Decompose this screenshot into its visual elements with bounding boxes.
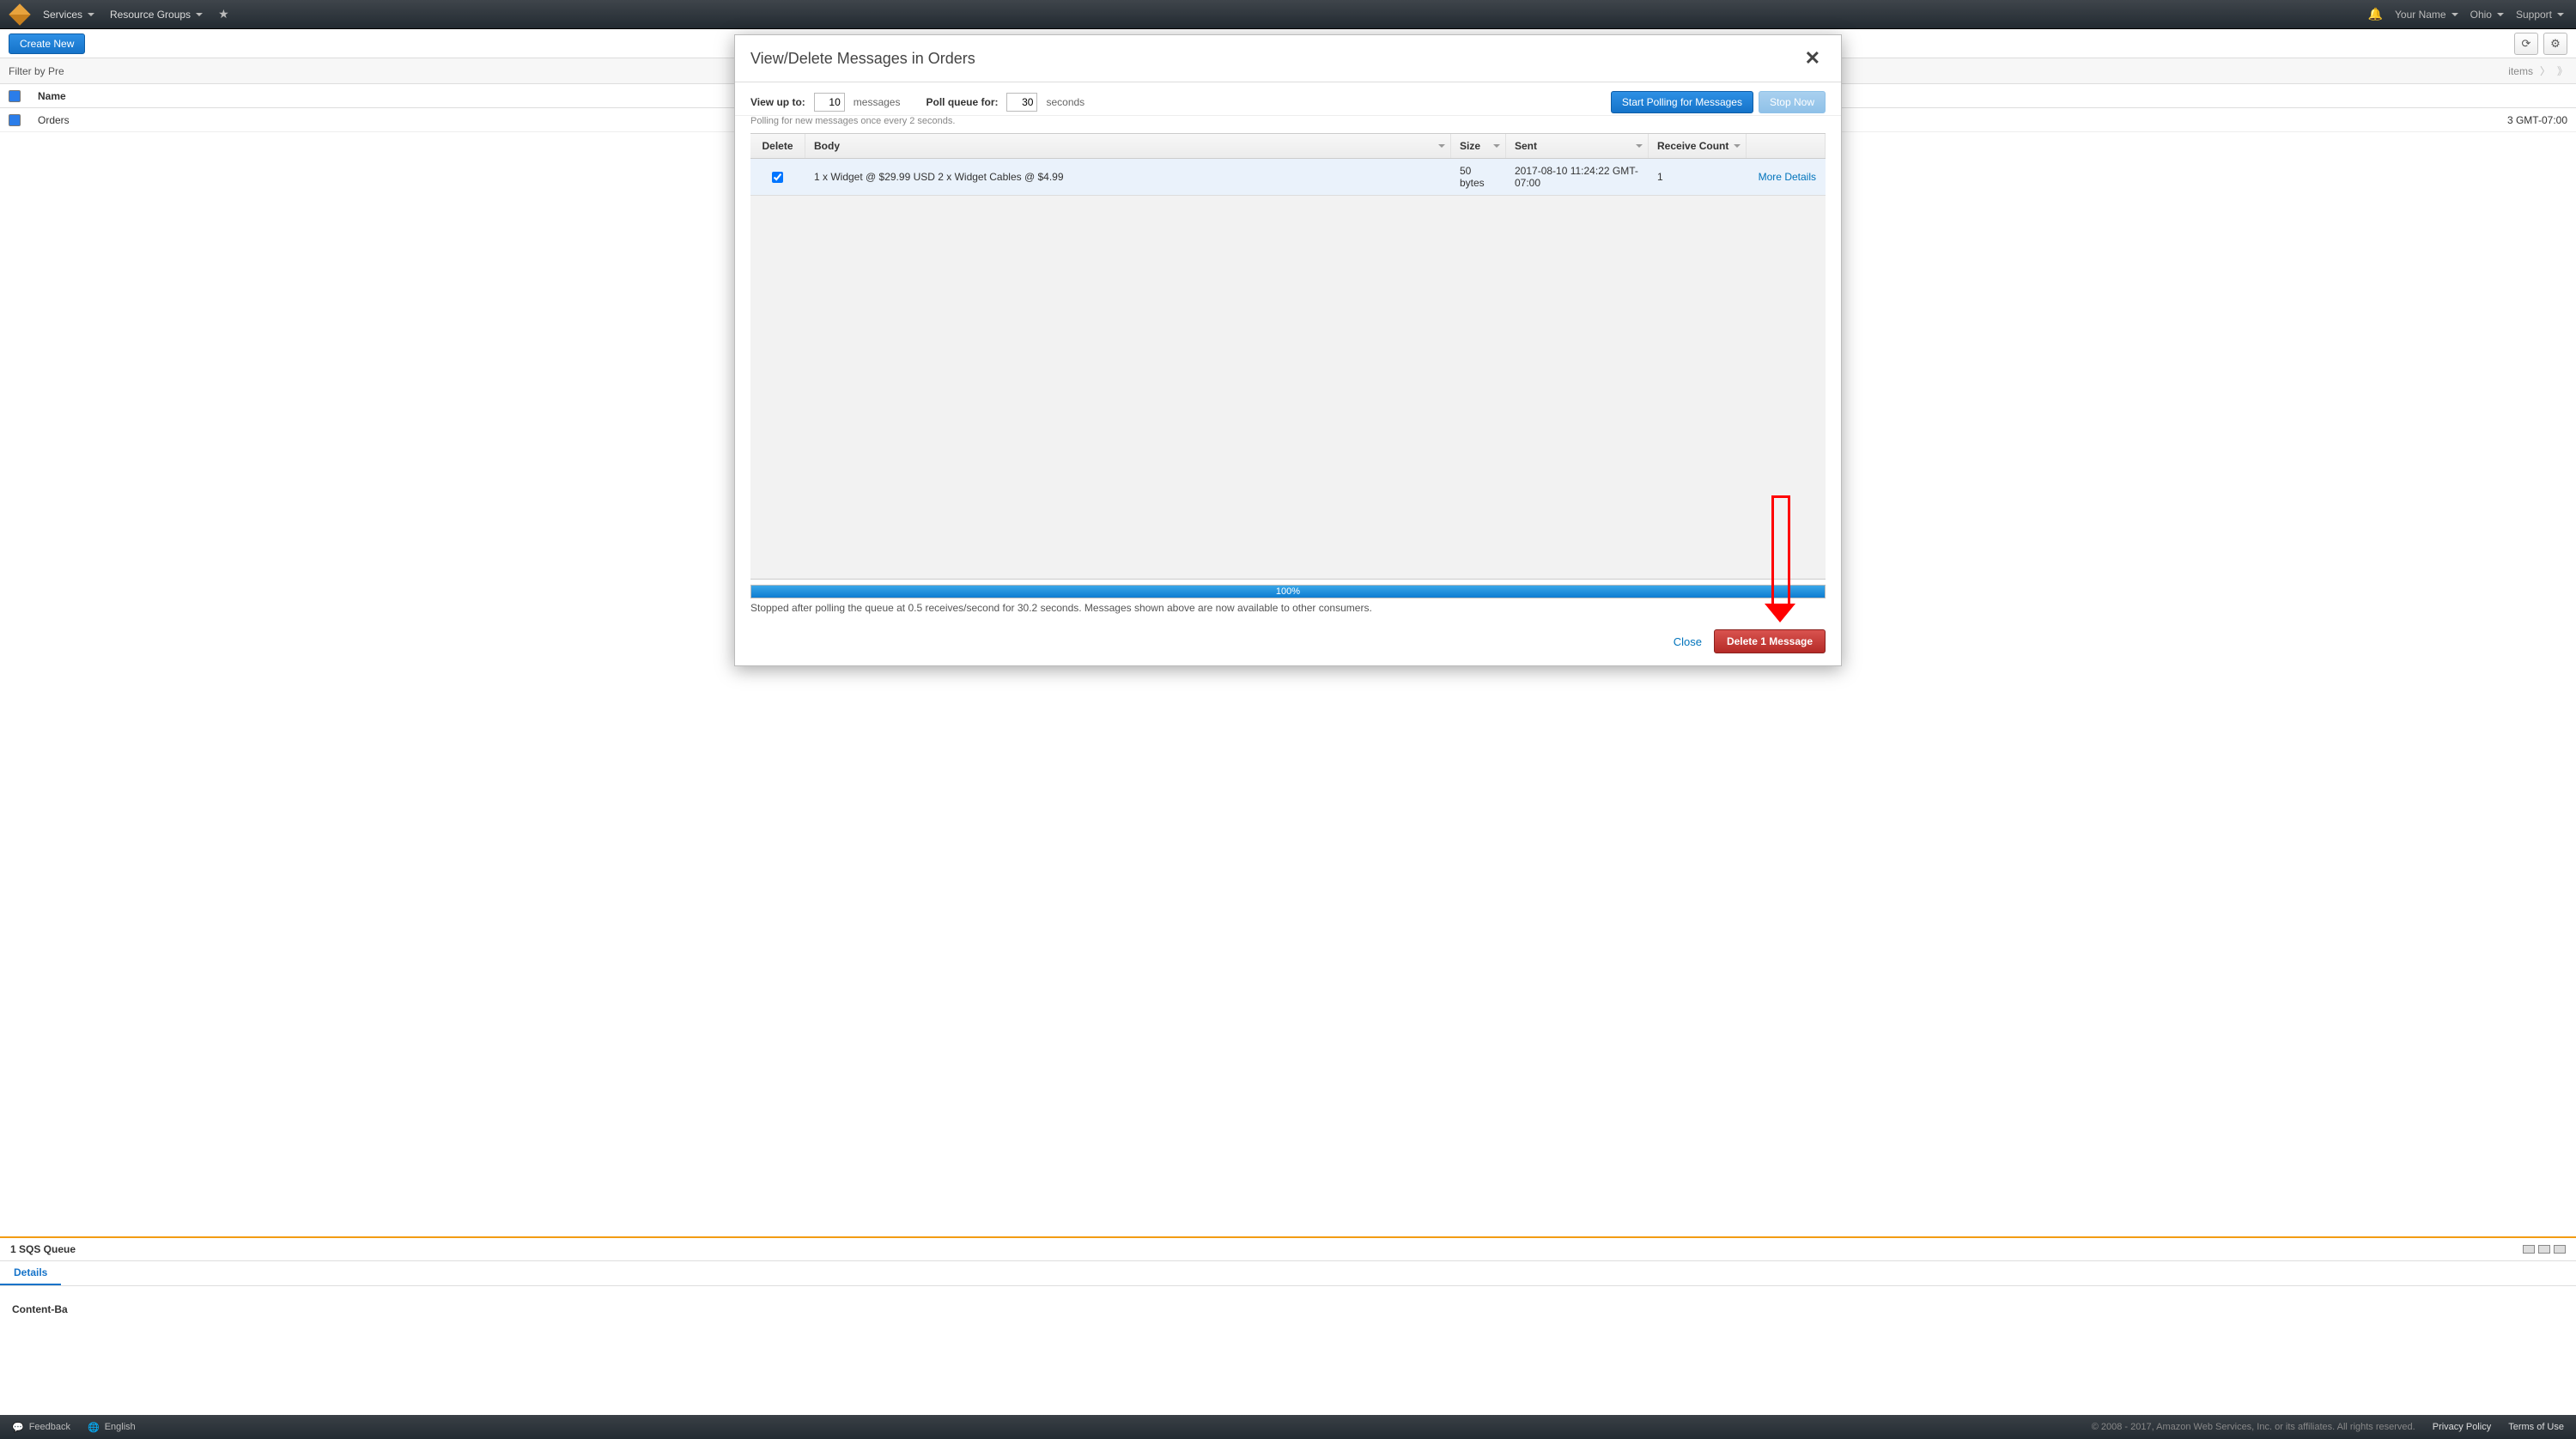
chevron-down-icon [88, 13, 94, 16]
speech-bubble-icon: 💬 [12, 1422, 24, 1433]
row-size: 50 bytes [1451, 159, 1506, 195]
terms-of-use-link[interactable]: Terms of Use [2508, 1422, 2564, 1432]
more-details-link[interactable]: More Details [1759, 171, 1816, 183]
nav-region-label: Ohio [2470, 9, 2492, 21]
polling-subtext: Polling for new messages once every 2 se… [735, 116, 1841, 133]
polling-status-text: Stopped after polling the queue at 0.5 r… [735, 598, 1841, 617]
aws-logo-icon[interactable] [9, 3, 30, 25]
footer-bar: 💬 Feedback 🌐 English © 2008 - 2017, Amaz… [0, 1415, 2576, 1439]
feedback-link[interactable]: 💬 Feedback [12, 1422, 70, 1433]
seconds-unit: seconds [1046, 96, 1084, 108]
column-receive-count[interactable]: Receive Count [1649, 134, 1747, 158]
language-link[interactable]: 🌐 English [88, 1422, 136, 1433]
dialog-footer: Close Delete 1 Message [735, 617, 1841, 665]
nav-services[interactable]: Services [43, 9, 94, 21]
row-body: 1 x Widget @ $29.99 USD 2 x Widget Cable… [805, 159, 1451, 195]
nav-services-label: Services [43, 9, 82, 21]
pin-icon[interactable]: ★ [218, 7, 229, 21]
feedback-label: Feedback [29, 1422, 70, 1432]
dialog-title: View/Delete Messages in Orders [750, 50, 975, 68]
nav-support-label: Support [2516, 9, 2552, 21]
modal-backdrop: View/Delete Messages in Orders ✕ View up… [0, 29, 2576, 1415]
progress-percent: 100% [751, 586, 1825, 598]
messages-table-body: 1 x Widget @ $29.99 USD 2 x Widget Cable… [750, 159, 1826, 580]
view-up-to-label: View up to: [750, 96, 805, 108]
row-receive-count: 1 [1649, 159, 1747, 195]
language-label: English [105, 1422, 136, 1432]
row-sent: 2017-08-10 11:24:22 GMT-07:00 [1506, 159, 1649, 195]
chevron-down-icon [2451, 13, 2458, 16]
stop-now-button[interactable]: Stop Now [1759, 91, 1826, 113]
nav-account-label: Your Name [2395, 9, 2446, 21]
dialog-controls: View up to: messages Poll queue for: sec… [735, 82, 1841, 116]
start-polling-button[interactable]: Start Polling for Messages [1611, 91, 1753, 113]
copyright-text: © 2008 - 2017, Amazon Web Services, Inc.… [2092, 1422, 2415, 1432]
nav-resource-groups[interactable]: Resource Groups [110, 9, 203, 21]
chevron-down-icon [2497, 13, 2504, 16]
poll-queue-for-input[interactable] [1006, 93, 1037, 112]
column-size[interactable]: Size [1451, 134, 1506, 158]
close-icon[interactable]: ✕ [1800, 47, 1826, 70]
chevron-down-icon [2557, 13, 2564, 16]
globe-icon: 🌐 [88, 1422, 100, 1433]
column-sent[interactable]: Sent [1506, 134, 1649, 158]
row-delete-checkbox[interactable] [772, 172, 783, 183]
bell-icon[interactable]: 🔔 [2368, 7, 2383, 21]
messages-unit: messages [854, 96, 901, 108]
messages-table-header: Delete Body Size Sent Receive Count [750, 133, 1826, 159]
column-more [1747, 134, 1826, 158]
sort-caret-icon [1493, 144, 1500, 148]
sort-caret-icon [1734, 144, 1741, 148]
nav-account[interactable]: Your Name [2395, 9, 2458, 21]
nav-support[interactable]: Support [2516, 9, 2564, 21]
sort-caret-icon [1636, 144, 1643, 148]
nav-region[interactable]: Ohio [2470, 9, 2504, 21]
privacy-policy-link[interactable]: Privacy Policy [2433, 1422, 2491, 1432]
dialog-header: View/Delete Messages in Orders ✕ [735, 35, 1841, 82]
delete-message-button[interactable]: Delete 1 Message [1714, 629, 1826, 653]
message-row[interactable]: 1 x Widget @ $29.99 USD 2 x Widget Cable… [750, 159, 1826, 196]
nav-resource-groups-label: Resource Groups [110, 9, 191, 21]
chevron-down-icon [196, 13, 203, 16]
close-button[interactable]: Close [1674, 635, 1702, 648]
view-up-to-input[interactable] [814, 93, 845, 112]
view-delete-messages-dialog: View/Delete Messages in Orders ✕ View up… [734, 34, 1842, 666]
sort-caret-icon [1438, 144, 1445, 148]
polling-progress: 100% [750, 585, 1826, 598]
top-nav: Services Resource Groups ★ 🔔 Your Name O… [0, 0, 2576, 29]
poll-queue-for-label: Poll queue for: [926, 96, 998, 108]
column-body[interactable]: Body [805, 134, 1451, 158]
column-delete[interactable]: Delete [750, 134, 805, 158]
